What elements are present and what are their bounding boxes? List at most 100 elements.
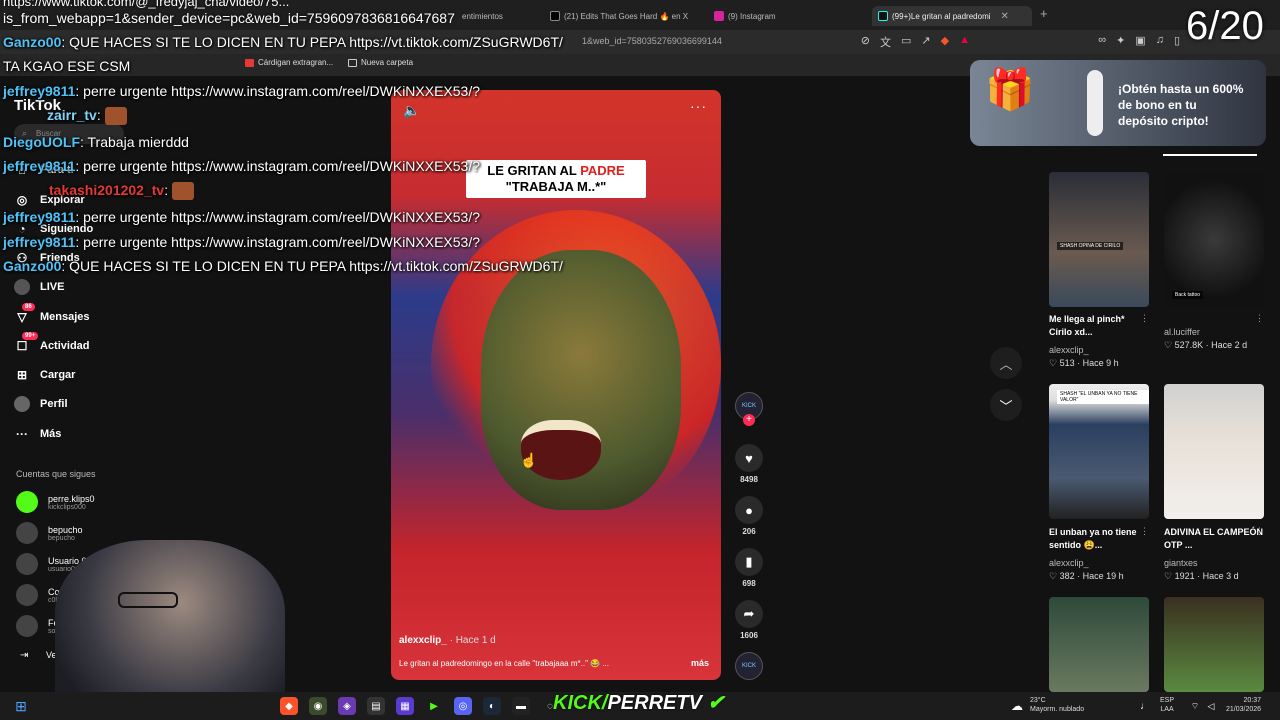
author-follow[interactable]: KICK + (733, 392, 765, 426)
more-options-icon[interactable]: ··· (690, 98, 707, 114)
video-card-thumbnail[interactable] (1164, 597, 1264, 692)
clock-date: 21/03/2026 (1226, 706, 1262, 713)
translate-icon[interactable]: 文 (880, 34, 891, 50)
comment-button[interactable]: ● 206 (733, 496, 765, 536)
previous-video-button[interactable]: ︿ (990, 347, 1022, 379)
following-account[interactable]: perre.klips0 kickclips000 (16, 491, 95, 513)
sidebar-item-live[interactable]: LIVE (14, 279, 64, 295)
steam-icon[interactable]: ◐ (483, 697, 501, 715)
like-button[interactable]: ♥ 8498 (733, 444, 765, 484)
microphone-icon[interactable]: ♩ (1136, 697, 1154, 715)
x-logo-icon (550, 11, 560, 21)
chat-emote-icon (171, 182, 194, 201)
following-account[interactable]: bepucho bepucho (16, 522, 83, 544)
terminal-icon[interactable]: ▤ (367, 697, 385, 715)
video-card-title[interactable]: Me llega al pinch* Cirilo xd... (1049, 313, 1149, 339)
sidebar-item-label: Mensajes (40, 311, 90, 323)
sidebar-item-label: Perfil (40, 398, 68, 410)
video-card-author[interactable]: alexxclip_ (1049, 558, 1089, 568)
reader-icon[interactable]: ⊘ (861, 34, 870, 50)
system-clock[interactable]: 20:37 21/03/2026 (1226, 696, 1261, 714)
save-button[interactable]: ▮ 698 (733, 548, 765, 588)
kick-channel-name: PERRETV (607, 692, 702, 714)
chat-text: : QUE HACES SI TE LO DICEN EN TU PEPA ht… (61, 34, 563, 50)
chat-message: Ganzo00: QUE HACES SI TE LO DICEN EN TU … (3, 258, 563, 274)
video-card-thumbnail[interactable]: Back tattoo (1164, 172, 1264, 307)
bookmark-folder[interactable]: Nueva carpeta (348, 58, 413, 67)
share-button[interactable]: ➦ 1606 (733, 600, 765, 640)
sidebar-icon[interactable]: ▣ (1135, 34, 1145, 47)
screen-icon[interactable]: ▭ (901, 34, 911, 50)
banner-highlight: PADRE (580, 163, 625, 178)
sidebar-item-mas[interactable]: ··· Más (14, 426, 61, 442)
language-indicator[interactable]: ESP LAA (1160, 696, 1174, 714)
video-card-author[interactable]: giantxes (1164, 558, 1198, 568)
app-icon[interactable]: ◉ (309, 697, 327, 715)
video-card-thumbnail[interactable]: SHASH "EL UNBAN YA NO TIENE VALOR" (1049, 384, 1149, 519)
video-card-title[interactable]: El unban ya no tiene sentido 😩... (1049, 526, 1149, 552)
bookmark-icon (245, 58, 254, 67)
glasses-icon[interactable]: ∞ (1098, 34, 1106, 47)
puzzle-icon[interactable]: ✦ (1116, 34, 1125, 47)
sidebar-item-mensajes[interactable]: ▽ 86 Mensajes (14, 303, 90, 325)
next-video-button[interactable]: ﹀ (990, 389, 1022, 421)
wallet-icon[interactable]: ▯ (1174, 34, 1180, 47)
sound-disc[interactable]: KICK (733, 652, 765, 680)
browser-tab[interactable]: (9) Instagram (714, 6, 776, 26)
browser-tab[interactable]: (21) Edits That Goes Hard 🔥 en X (550, 6, 700, 26)
browser-tab-active[interactable]: (99+)Le gritan al padredomi ✕ (872, 6, 1032, 26)
video-player[interactable]: LE GRITAN AL PADRE "TRABAJA M..*" 🔈 ··· … (391, 90, 721, 680)
sidebar-item-cargar[interactable]: ⊞ Cargar (14, 367, 76, 383)
sidebar-item-actividad[interactable]: ☐ 99+ Actividad (14, 332, 90, 354)
rewards-icon[interactable]: ▲ (959, 34, 970, 50)
video-card-author[interactable]: al.luciffer (1164, 327, 1200, 337)
collapse-icon[interactable]: ⇥ (20, 650, 28, 661)
avatar (16, 491, 38, 513)
chat-username: jeffrey9811 (3, 209, 76, 225)
video-card-thumbnail[interactable] (1164, 384, 1264, 519)
sidebar-item-perfil[interactable]: Perfil (14, 396, 68, 412)
chat-username: jeffrey9811 (3, 158, 76, 174)
chat-text: : QUE HACES SI TE LO DICEN EN TU PEPA ht… (61, 258, 563, 274)
grid-app-icon[interactable]: ▦ (396, 697, 414, 715)
share-icon[interactable]: ↗ (921, 34, 930, 50)
save-count: 698 (742, 579, 756, 588)
close-icon[interactable]: ✕ (1001, 11, 1009, 22)
weather-widget[interactable]: 23°C Mayorm. nublado (1030, 696, 1084, 714)
kick-app-icon[interactable]: ▶ (425, 697, 443, 715)
discord-icon[interactable]: ◎ (454, 697, 472, 715)
card-more-icon[interactable]: ⋮ (1140, 526, 1149, 537)
volume-icon[interactable]: 🔈 (403, 102, 420, 119)
music-icon[interactable]: ♫ (1156, 34, 1164, 47)
video-card-thumbnail[interactable]: SHASH OPINA DE CIRILO (1049, 172, 1149, 307)
video-author[interactable]: alexxclip_ · Hace 1 d (399, 635, 496, 646)
new-tab-button[interactable]: + (1040, 6, 1048, 21)
follow-plus-icon[interactable]: + (743, 414, 755, 426)
video-card-author[interactable]: alexxclip_ (1049, 345, 1089, 355)
more-link[interactable]: más (691, 658, 709, 668)
video-card-title[interactable]: ADIVINA EL CAMPEÓN OTP ... (1164, 526, 1264, 552)
app-icon[interactable]: ▬ (512, 697, 530, 715)
windows-start-icon[interactable]: ⊞ (12, 697, 30, 715)
card-more-icon[interactable]: ⋮ (1255, 313, 1264, 324)
account-name: perre.klips0 (48, 493, 95, 504)
address-bar-icons: ⊘ 文 ▭ ↗ ◆ ▲ (861, 34, 970, 50)
live-icon (14, 279, 30, 295)
weather-icon[interactable]: ☁ (1008, 697, 1026, 715)
volume-tray-icon[interactable]: ◁ (1202, 697, 1220, 715)
brave-shield-icon[interactable]: ◆ (941, 34, 949, 50)
browser-tab[interactable]: entimientos (462, 6, 503, 26)
video-description: Le gritan al padredomingo en la calle "t… (399, 659, 609, 668)
video-card-thumbnail[interactable] (1049, 597, 1149, 692)
post-time: · Hace 1 d (446, 635, 496, 646)
video-card-meta: ♡ 1921 · Hace 3 d (1164, 571, 1239, 581)
card-more-icon[interactable]: ⋮ (1255, 526, 1264, 537)
bookmark-label: Cárdigan extragran... (258, 58, 334, 67)
bookmark-item[interactable]: Cárdigan extragran... (245, 58, 333, 67)
brave-browser-icon[interactable]: ◆ (280, 697, 298, 715)
tiktok-icon (878, 11, 888, 21)
card-more-icon[interactable]: ⋮ (1140, 313, 1149, 324)
lang-code: ESP (1160, 697, 1175, 704)
app-icon[interactable]: ◈ (338, 697, 356, 715)
account-name: bepucho (48, 524, 83, 535)
